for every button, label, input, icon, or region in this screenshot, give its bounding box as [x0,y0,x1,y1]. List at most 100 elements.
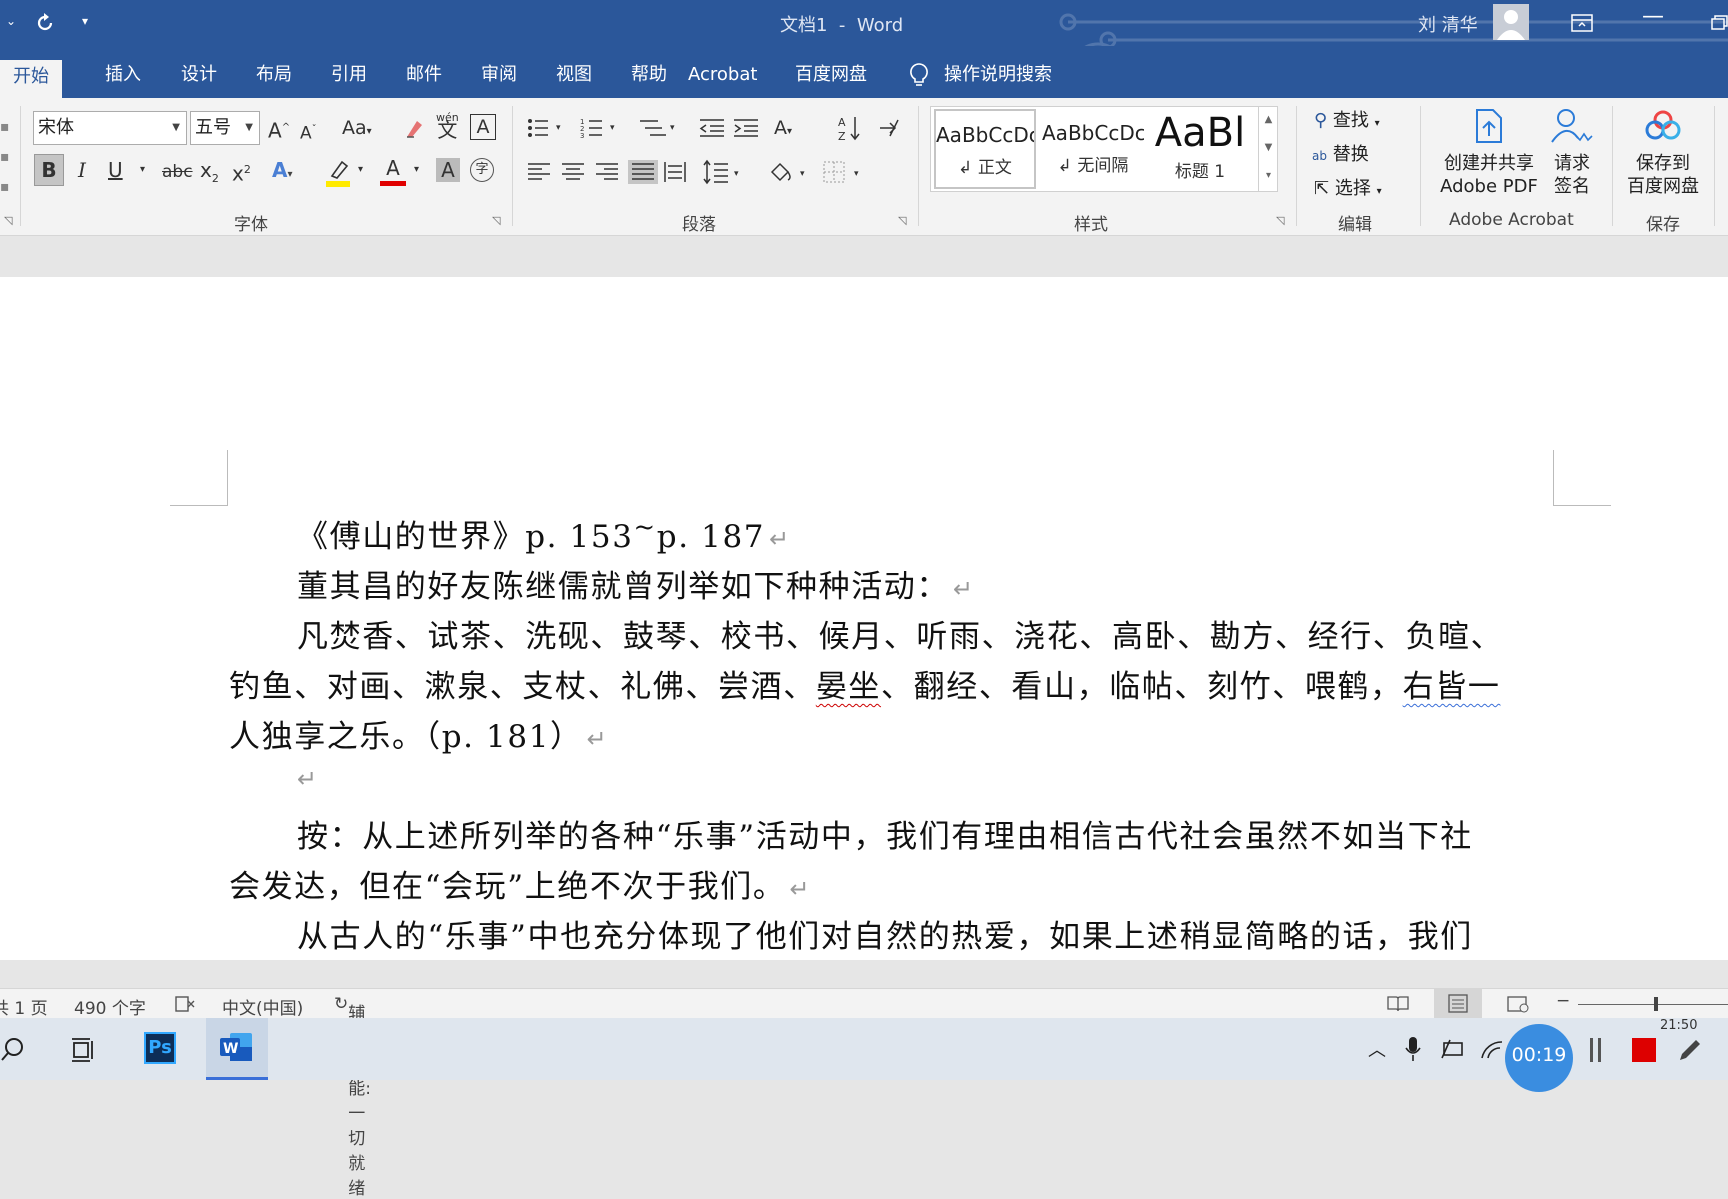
proofing-icon[interactable] [174,995,196,1013]
language-status[interactable]: 中文(中国) [222,994,303,1019]
battery-icon[interactable] [1440,1038,1466,1060]
font-color-button[interactable]: A [380,156,406,186]
tab-review[interactable]: 审阅 [468,58,530,98]
print-layout-button[interactable] [1434,989,1482,1018]
word-count[interactable]: 490 个字 [74,994,146,1019]
document-page[interactable]: 《傅山的世界》p. 153~p. 187 ↵ 董其昌的好友陈继儒就曾列举如下种种活… [0,277,1728,960]
avatar[interactable] [1493,4,1529,40]
tab-view[interactable]: 视图 [543,58,605,98]
style-normal-name: 正文 [977,158,1012,178]
web-layout-icon[interactable] [1506,995,1530,1013]
alignment-icons[interactable] [526,160,672,184]
find-button[interactable]: ⚲ 查找 ▾ [1314,106,1380,132]
find-label: 查找 [1332,110,1369,131]
qat-menu-icon[interactable]: ⌄ [6,14,16,28]
tab-baidu-netdisk[interactable]: 百度网盘 [782,58,880,98]
chevron-down-icon[interactable]: ▾ [358,164,363,175]
pen-icon[interactable] [1676,1036,1704,1064]
restore-icon[interactable] [1710,15,1728,31]
font-name-combo[interactable]: 宋体 ▼ [33,111,187,145]
search-icon[interactable] [0,1036,28,1064]
tab-layout[interactable]: 布局 [243,58,305,98]
replace-button[interactable]: ab 替换 [1312,140,1369,166]
enclose-characters-button[interactable]: 字 [470,158,494,182]
subscript-button[interactable]: x2 [200,158,219,191]
superscript-button[interactable]: x2 [232,158,251,186]
style-heading1[interactable]: AaBl 标题 1 [1150,109,1250,189]
margin-corner-mark [227,450,228,506]
chevron-down-icon[interactable]: ▾ [414,164,419,175]
font-size-combo[interactable]: 五号 ▼ [190,111,260,145]
tab-references[interactable]: 引用 [318,58,380,98]
chevron-down-icon[interactable]: ▾ [140,164,145,175]
multilevel-list-icon[interactable]: ▾ [636,116,680,140]
text-effects-button[interactable]: A▾ [272,158,293,187]
character-shading-button[interactable]: A [436,158,460,182]
tab-acrobat[interactable]: Acrobat [675,58,770,98]
text-direction-button[interactable]: A▾ [774,116,792,144]
style-normal[interactable]: AaBbCcDc ↲ 正文 [934,109,1036,189]
tab-mailings[interactable]: 邮件 [393,58,455,98]
acrobat-group-label: Adobe Acrobat [1449,210,1574,230]
accessibility-status[interactable]: ↻ 辅助功能: 一切就绪 [334,994,371,1199]
tell-me-search[interactable]: 操作说明搜索 [908,58,1052,98]
styles-scroll[interactable]: ▲ ▼ ▾ [1258,106,1278,192]
style-no-spacing[interactable]: AaBbCcDc ↲ 无间隔 [1042,109,1144,189]
show-marks-icon[interactable] [876,116,902,140]
user-name[interactable]: 刘 清华 [1418,11,1478,37]
bold-button[interactable]: B [34,154,64,186]
tab-design[interactable]: 设计 [168,58,230,98]
clear-formatting-icon[interactable] [402,117,426,141]
paragraph-dialog-launcher-icon[interactable]: ◹ [898,214,906,227]
pdf-share-icon [1476,109,1502,143]
styles-dialog-launcher-icon[interactable]: ◹ [1276,214,1284,227]
borders-icon[interactable]: ▾ [822,158,866,186]
distributed-icon[interactable] [662,160,688,184]
spelling-error-text[interactable]: 晏坐 [816,669,881,705]
clipboard-launcher-icon[interactable]: ◹ [4,214,12,227]
minimize-icon[interactable]: — [1642,4,1664,29]
chevron-down-icon: ▼ [245,122,253,133]
create-share-pdf-button[interactable]: 创建并共享 Adobe PDF [1434,106,1544,198]
shrink-font-button[interactable]: Aˇ [300,118,317,146]
zoom-out-icon[interactable]: − [1556,991,1570,1011]
grammar-flag-text[interactable]: 右皆一 [1403,669,1501,705]
change-case-button[interactable]: Aa▾ [342,116,372,144]
microphone-icon[interactable] [1404,1036,1422,1062]
phonetic-guide-button[interactable]: wén 文 [436,112,459,141]
sort-icon[interactable]: AZ [836,114,862,142]
task-view-icon[interactable] [70,1036,98,1064]
tab-insert[interactable]: 插入 [92,58,154,98]
recording-timer[interactable]: 00:19 [1505,1024,1573,1092]
font-dialog-launcher-icon[interactable]: ◹ [492,214,500,227]
read-mode-icon[interactable] [1386,995,1410,1013]
redo-icon[interactable] [34,12,56,34]
character-border-button[interactable]: A [470,114,496,140]
indent-icons[interactable] [698,116,762,140]
tab-help[interactable]: 帮助 [618,58,680,98]
chevron-down-icon: ▼ [172,122,180,133]
ribbon-display-options-icon[interactable] [1570,13,1594,33]
page-count[interactable]: 共 1 页 [0,994,48,1019]
select-button[interactable]: ⇱ 选择 ▾ [1314,174,1382,200]
underline-button[interactable]: U [108,158,123,182]
highlight-color-icon[interactable] [324,158,352,188]
italic-button[interactable]: I [78,158,86,182]
save-to-baidu-button[interactable]: 保存到 百度网盘 [1620,106,1706,198]
show-hidden-icons-icon[interactable]: ︿ [1368,1036,1386,1062]
word-taskbar-button[interactable]: W [206,1018,268,1080]
request-signature-button[interactable]: 请求 签名 [1544,106,1600,198]
strikethrough-button[interactable]: abc [162,160,193,184]
bullets-numbering-icons[interactable]: ▾ 123 ▾ [526,116,622,140]
customize-qat-icon[interactable]: ▾ [82,14,88,28]
grow-font-button[interactable]: A^ [268,116,290,143]
stop-icon[interactable] [1632,1038,1656,1062]
shading-icon[interactable]: ▾ [766,158,810,186]
pause-icon[interactable] [1590,1038,1593,1062]
line-spacing-icon[interactable]: ▾ [702,158,746,186]
photoshop-icon[interactable]: Ps [144,1032,176,1064]
wifi-icon[interactable] [1480,1038,1506,1060]
tab-home[interactable]: 开始 [0,60,62,98]
zoom-slider-thumb[interactable] [1654,997,1658,1011]
zoom-slider[interactable] [1578,1004,1728,1005]
